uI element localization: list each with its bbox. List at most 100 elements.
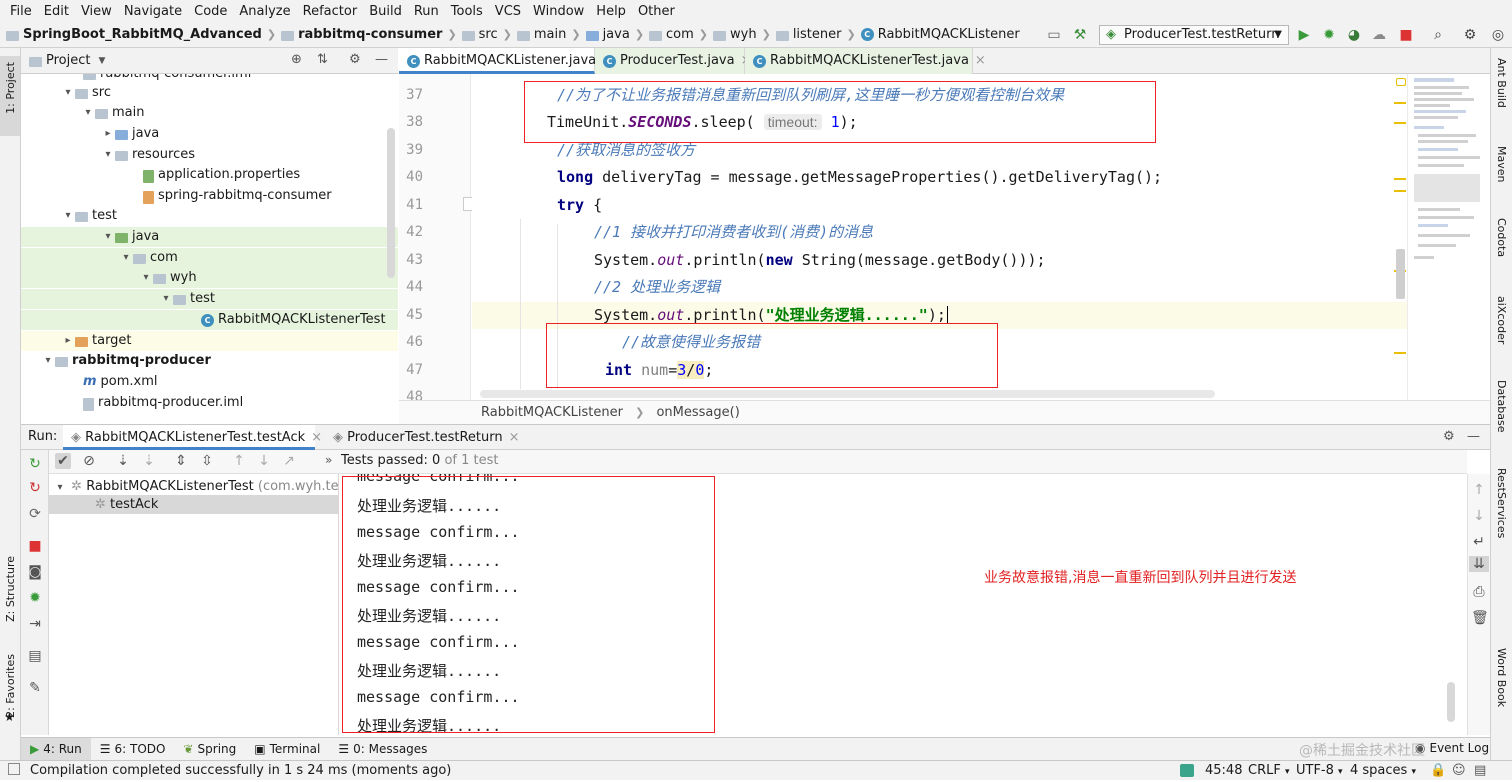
editor-breadcrumb-method[interactable]: onMessage() — [656, 405, 739, 420]
tree-item[interactable]: C RabbitMQACKListenerTest — [21, 310, 398, 330]
console-output[interactable]: message confirm... 处理业务逻辑...... message … — [339, 474, 1467, 735]
breadcrumb-java[interactable]: java — [603, 27, 630, 42]
tree-item[interactable]: application.properties — [21, 165, 398, 185]
gear-icon[interactable]: ⚙ — [349, 52, 361, 67]
word-book-tool-label[interactable]: Word Book — [1495, 648, 1508, 707]
show-passed-icon[interactable]: ✔ — [55, 453, 71, 469]
coverage-icon[interactable]: ◕ — [1346, 27, 1362, 43]
tree-item[interactable]: rabbitmq-producer.iml — [21, 393, 398, 413]
stop-icon[interactable]: ■ — [1398, 27, 1414, 43]
run-tab-testreturn[interactable]: ◈ ProducerTest.testReturn × — [325, 425, 520, 450]
tree-item[interactable]: ▾ com — [21, 248, 398, 268]
run-configuration-select[interactable]: ◈ ProducerTest.testReturn ▼ — [1099, 25, 1289, 45]
notifications-icon[interactable]: ▤ — [1474, 761, 1486, 780]
chevron-down-icon[interactable]: ▾ — [81, 103, 95, 123]
menu-tools[interactable]: Tools — [445, 4, 489, 19]
breadcrumb-src[interactable]: src — [479, 27, 498, 42]
horizontal-scrollbar[interactable] — [480, 390, 1215, 398]
tool-tab-spring[interactable]: ❦ Spring — [174, 742, 245, 756]
scroll-to-end-icon[interactable]: ⇊ — [1469, 556, 1489, 572]
layout-icon[interactable]: ▤ — [27, 648, 43, 664]
toggle-autotest-icon[interactable]: ⟳ — [27, 506, 43, 522]
tree-item[interactable]: ▾ rabbitmq-producer — [21, 351, 398, 371]
locate-icon[interactable]: ⊕ — [291, 52, 302, 67]
tree-item[interactable]: m pom.xml — [21, 372, 398, 392]
menu-build[interactable]: Build — [363, 4, 408, 19]
arrow-up-icon[interactable]: ↑ — [231, 453, 247, 469]
menu-navigate[interactable]: Navigate — [118, 4, 188, 19]
chevron-down-icon[interactable]: ▾ — [139, 268, 153, 288]
pin-icon[interactable]: ✎ — [27, 680, 43, 696]
chevron-down-icon[interactable]: ▾ — [119, 248, 133, 268]
breadcrumb-module[interactable]: rabbitmq-consumer — [298, 27, 442, 42]
tool-tab-event-log[interactable]: ◉ Event Log — [1406, 741, 1498, 755]
build-hammer-icon[interactable]: ⚒ — [1072, 27, 1088, 43]
print-icon[interactable]: ⎙ — [1471, 584, 1487, 600]
menu-run[interactable]: Run — [408, 4, 445, 19]
tool-tab-todo[interactable]: ☰ 6: TODO — [91, 742, 175, 756]
menu-code[interactable]: Code — [188, 4, 233, 19]
stop-icon[interactable]: ■ — [27, 538, 43, 554]
close-icon[interactable]: × — [509, 430, 520, 445]
chevron-down-icon[interactable]: ▼ — [98, 56, 105, 66]
scrollbar[interactable] — [387, 128, 395, 278]
ant-build-tool-label[interactable]: Ant Build — [1495, 58, 1508, 108]
export-icon[interactable]: ↗ — [281, 453, 297, 469]
toggle-tool-windows-icon[interactable] — [8, 763, 20, 775]
editor-scrollbar-thumb[interactable] — [1396, 249, 1405, 299]
code-editor[interactable]: //为了不让业务报错消息重新回到队列刷屏,这里睡一秒方便观看控制台效果 Time… — [472, 74, 1407, 400]
arrow-down-icon[interactable]: ↓ — [1471, 508, 1487, 524]
warning-marker[interactable] — [1394, 352, 1406, 354]
breadcrumb-com[interactable]: com — [666, 27, 694, 42]
restservices-tool-label[interactable]: RestServices — [1495, 468, 1508, 538]
warning-marker[interactable] — [1394, 122, 1406, 124]
chevron-down-icon[interactable]: ▾ — [101, 227, 115, 247]
hide-icon[interactable]: — — [1467, 429, 1480, 444]
menu-refactor[interactable]: Refactor — [297, 4, 364, 19]
tree-item[interactable]: ▾ wyh — [21, 268, 398, 288]
expand-all-icon[interactable]: ⇕ — [173, 453, 189, 469]
breadcrumb-wyh[interactable]: wyh — [730, 27, 757, 42]
breadcrumb-project[interactable]: SpringBoot_RabbitMQ_Advanced — [23, 27, 262, 42]
run-tab-testack[interactable]: ◈ RabbitMQACKListenerTest.testAck × — [63, 425, 322, 450]
code-minimap[interactable] — [1394, 74, 1490, 400]
tab-rabbitmqacklistener[interactable]: CRabbitMQACKListener.java× — [399, 48, 613, 74]
arrow-up-icon[interactable]: ↑ — [1471, 482, 1487, 498]
sort-duration-icon[interactable]: ⇣ — [141, 453, 157, 469]
chevron-right-icon[interactable]: ▸ — [61, 331, 75, 351]
chevron-down-icon[interactable]: ▾ — [61, 83, 75, 103]
tree-item[interactable]: ▸ java — [21, 124, 398, 144]
close-icon[interactable]: × — [311, 430, 322, 445]
tool-tab-terminal[interactable]: ▣ Terminal — [245, 742, 329, 756]
settings-icon[interactable]: ⚙ — [1462, 27, 1478, 43]
sort-alpha-icon[interactable]: ⇣ — [115, 453, 131, 469]
test-case-row-selected[interactable]: ✲ testAck — [49, 495, 339, 514]
hide-icon[interactable]: — — [375, 52, 388, 67]
menu-window[interactable]: Window — [527, 4, 590, 19]
caret-position[interactable]: 45:48 — [1205, 761, 1242, 780]
breadcrumb-class[interactable]: RabbitMQACKListener — [878, 27, 1020, 42]
project-panel-title[interactable]: Project — [46, 53, 90, 68]
tool-tab-messages[interactable]: ☰ 0: Messages — [329, 742, 436, 756]
collapse-all-icon[interactable]: ⇳ — [199, 453, 215, 469]
chevron-right-icon[interactable]: ▸ — [101, 124, 115, 144]
menu-other[interactable]: Other — [632, 4, 681, 19]
menu-file[interactable]: File — [4, 4, 38, 19]
user-icon[interactable]: ◎ — [1490, 27, 1506, 43]
warning-marker[interactable] — [1394, 190, 1406, 192]
editor-breadcrumb-class[interactable]: RabbitMQACKListener — [481, 405, 623, 420]
tree-item[interactable]: ▸ target — [21, 331, 398, 351]
rerun-icon[interactable]: ↻ — [27, 456, 43, 472]
menu-help[interactable]: Help — [590, 4, 632, 19]
terminal-status-icon[interactable] — [1180, 764, 1194, 777]
search-icon[interactable]: ⌕ — [1430, 27, 1446, 43]
rerun-failed-icon[interactable]: ↻ — [27, 480, 43, 496]
tree-item[interactable]: ▾ main — [21, 103, 398, 123]
camera-icon[interactable]: ◙ — [27, 564, 43, 580]
indent-setting[interactable]: 4 spaces ▾ — [1350, 761, 1416, 782]
database-tool-label[interactable]: Database — [1495, 380, 1508, 433]
tab-producertest[interactable]: CProducerTest.java× — [595, 48, 751, 74]
chevron-down-icon[interactable]: ▾ — [61, 206, 75, 226]
lock-icon[interactable]: 🔒 — [1430, 761, 1446, 780]
show-ignored-icon[interactable]: ⊘ — [81, 453, 97, 469]
